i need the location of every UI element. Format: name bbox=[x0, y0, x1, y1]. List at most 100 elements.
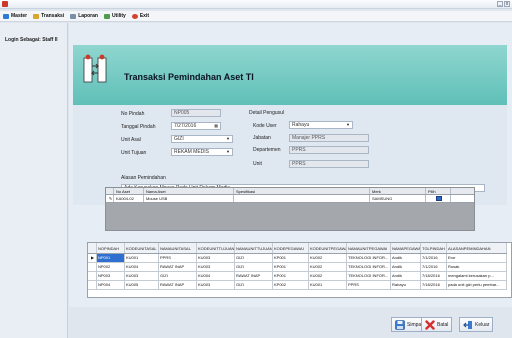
unit-asal-select[interactable]: GIZI ▼ bbox=[171, 135, 233, 143]
col-namaunitpegawai[interactable]: NAMAUNITPEGAWAI bbox=[347, 243, 391, 253]
col-merk[interactable]: Merk bbox=[370, 188, 426, 194]
table-cell[interactable]: Andik bbox=[391, 263, 421, 271]
table-cell[interactable]: KU001 bbox=[309, 281, 347, 289]
table-cell[interactable]: Andik bbox=[391, 254, 421, 262]
table-cell[interactable]: KU002 bbox=[309, 272, 347, 280]
table-cell[interactable]: KU004 bbox=[125, 263, 159, 271]
col-no-aset[interactable]: No Aset bbox=[114, 188, 144, 194]
col-kodepegawai[interactable]: KODEPEGAWAI bbox=[273, 243, 309, 253]
table-cell[interactable]: NP001 bbox=[97, 254, 125, 262]
kode-user-label: Kode User bbox=[253, 123, 277, 129]
table-cell[interactable]: Andik bbox=[391, 272, 421, 280]
tanggal-picker[interactable]: 7/27/2016 ▦ bbox=[171, 122, 221, 130]
menu-transaksi[interactable]: Transaksi bbox=[33, 13, 64, 19]
table-cell[interactable]: TEKNOLOGI INFOR... bbox=[347, 272, 391, 280]
table-cell[interactable]: KU005 bbox=[125, 281, 159, 289]
table-cell[interactable]: TEKNOLOGI INFOR... bbox=[347, 254, 391, 262]
table-cell[interactable]: NP003 bbox=[97, 272, 125, 280]
col-nama-aset[interactable]: Nama Aset bbox=[144, 188, 234, 194]
col-kodeunitasal[interactable]: KODEUNITASAL bbox=[125, 243, 159, 253]
calendar-icon[interactable]: ▦ bbox=[214, 123, 218, 129]
minimize-button[interactable]: _ bbox=[497, 1, 503, 7]
col-spesifikasi[interactable]: Spesifikasi bbox=[234, 188, 370, 194]
col-namapegawai[interactable]: NAMAPEGAWAI bbox=[391, 243, 421, 253]
cell-nama-aset[interactable]: Mouse USB bbox=[144, 195, 234, 202]
table-cell[interactable]: KU003 bbox=[197, 254, 235, 262]
cell-spesifikasi[interactable] bbox=[234, 195, 370, 202]
sidebar: Login Sebagai: Staff II bbox=[0, 23, 68, 338]
table-cell[interactable]: GIZI bbox=[235, 254, 273, 262]
table-cell[interactable]: KP002 bbox=[273, 281, 309, 289]
tanggal-value: 7/27/2016 bbox=[174, 123, 197, 129]
cell-merk[interactable]: SAMSUNG bbox=[370, 195, 426, 202]
table-cell[interactable]: NP004 bbox=[97, 281, 125, 289]
row-indicator-header bbox=[106, 188, 114, 194]
keluar-button[interactable]: Keluar bbox=[459, 317, 494, 332]
table-cell[interactable]: Eror bbox=[447, 254, 507, 262]
table-cell[interactable]: RAWAT INAP bbox=[159, 281, 197, 289]
col-tglpindah[interactable]: TGLPINDAH bbox=[421, 243, 447, 253]
table-cell[interactable]: KU001 bbox=[125, 254, 159, 262]
table-cell[interactable]: KU003 bbox=[197, 263, 235, 271]
table-row[interactable]: NP003 KU003 GIZI KU004 RAWAT INAP KP001 KU002 T… bbox=[88, 272, 507, 281]
col-kodeunittujuan[interactable]: KODEUNITTUJUAN bbox=[197, 243, 235, 253]
table-cell[interactable]: PPRS bbox=[347, 281, 391, 289]
detail-pengusul-label: Detail Pengusul bbox=[249, 110, 285, 116]
jabatan-field[interactable]: Manajer PPRS bbox=[289, 134, 369, 142]
table-cell[interactable]: 7/18/2016 bbox=[421, 272, 447, 280]
col-kodeunitpegawai[interactable]: KODEUNITPEGAWAI bbox=[309, 243, 347, 253]
col-pilih[interactable]: Pilih bbox=[426, 188, 451, 194]
batal-button[interactable]: Batal bbox=[421, 317, 453, 332]
table-cell[interactable]: Rusak bbox=[447, 263, 507, 271]
row-indicator-header bbox=[88, 243, 97, 253]
menu-utility[interactable]: Utility bbox=[103, 13, 126, 19]
table-cell[interactable]: Rahayu bbox=[391, 281, 421, 289]
table-row[interactable]: NP004 KU005 RAWAT INAP KU003 GIZI KP002 KU001 P… bbox=[88, 281, 507, 290]
table-cell[interactable]: RAWAT INAP bbox=[235, 272, 273, 280]
kode-user-select[interactable]: Rahayu ▼ bbox=[289, 121, 353, 129]
table-cell[interactable]: KP001 bbox=[273, 254, 309, 262]
table-cell[interactable]: TEKNOLOGI INFOR... bbox=[347, 263, 391, 271]
table-cell[interactable]: GIZI bbox=[235, 263, 273, 271]
menu-laporan[interactable]: Laporan bbox=[70, 13, 98, 19]
table-cell[interactable]: NP002 bbox=[97, 263, 125, 271]
close-button[interactable]: x bbox=[504, 1, 510, 7]
table-cell[interactable]: KP001 bbox=[273, 263, 309, 271]
no-pindah-field[interactable]: NP005 bbox=[171, 109, 221, 117]
chevron-down-icon: ▼ bbox=[226, 136, 230, 141]
pilih-checkbox[interactable] bbox=[436, 196, 442, 201]
menu-exit[interactable]: Exit bbox=[131, 13, 149, 19]
table-cell[interactable]: KP001 bbox=[273, 272, 309, 280]
table-cell[interactable]: KU003 bbox=[125, 272, 159, 280]
unit-tujuan-select[interactable]: REKAM MEDIS ▼ bbox=[171, 148, 233, 156]
page-title: Transaksi Pemindahan Aset TI bbox=[124, 72, 254, 82]
table-cell[interactable]: KU003 bbox=[197, 281, 235, 289]
menu-master[interactable]: Master bbox=[3, 13, 27, 19]
table-cell[interactable]: 7/1/2016 bbox=[421, 254, 447, 262]
table-cell[interactable]: 7/1/2016 bbox=[421, 263, 447, 271]
table-cell[interactable]: PPRS bbox=[159, 254, 197, 262]
col-namaunittujuan[interactable]: NAMAUNITTUJUAN bbox=[235, 243, 273, 253]
table-cell[interactable]: RAWAT INAP bbox=[159, 263, 197, 271]
cell-pilih[interactable] bbox=[426, 195, 451, 202]
col-namaunitasal[interactable]: NAMAUNITASAL bbox=[159, 243, 197, 253]
table-cell[interactable]: KU004 bbox=[197, 272, 235, 280]
table-row[interactable]: ✎ KA004-02 Mouse USB SAMSUNG bbox=[106, 195, 474, 203]
transfer-logo-icon bbox=[83, 54, 107, 83]
table-cell[interactable]: pada unit gizi perlu pembar... bbox=[447, 281, 507, 289]
laporan-icon bbox=[70, 13, 77, 19]
table-cell[interactable]: KU002 bbox=[309, 263, 347, 271]
unit-field[interactable]: PPRS bbox=[289, 160, 369, 168]
cell-no-aset[interactable]: KA004-02 bbox=[114, 195, 144, 202]
departemen-field[interactable]: PPRS bbox=[289, 146, 369, 154]
table-cell[interactable]: mengalami kerusakan p... bbox=[447, 272, 507, 280]
col-alasanpemindahan[interactable]: ALASANPEMINDAHAN bbox=[447, 243, 507, 253]
col-nopindah[interactable]: NOPINDAH bbox=[97, 243, 125, 253]
table-cell[interactable]: GIZI bbox=[159, 272, 197, 280]
table-row[interactable]: ▶ NP001 KU001 PPRS KU003 GIZI KP001 KU002 TEKNOL… bbox=[88, 254, 507, 263]
table-cell[interactable]: KU002 bbox=[309, 254, 347, 262]
table-cell[interactable]: GIZI bbox=[235, 281, 273, 289]
app-icon bbox=[2, 1, 8, 7]
table-row[interactable]: NP002 KU004 RAWAT INAP KU003 GIZI KP001 KU002 T… bbox=[88, 263, 507, 272]
table-cell[interactable]: 7/18/2016 bbox=[421, 281, 447, 289]
